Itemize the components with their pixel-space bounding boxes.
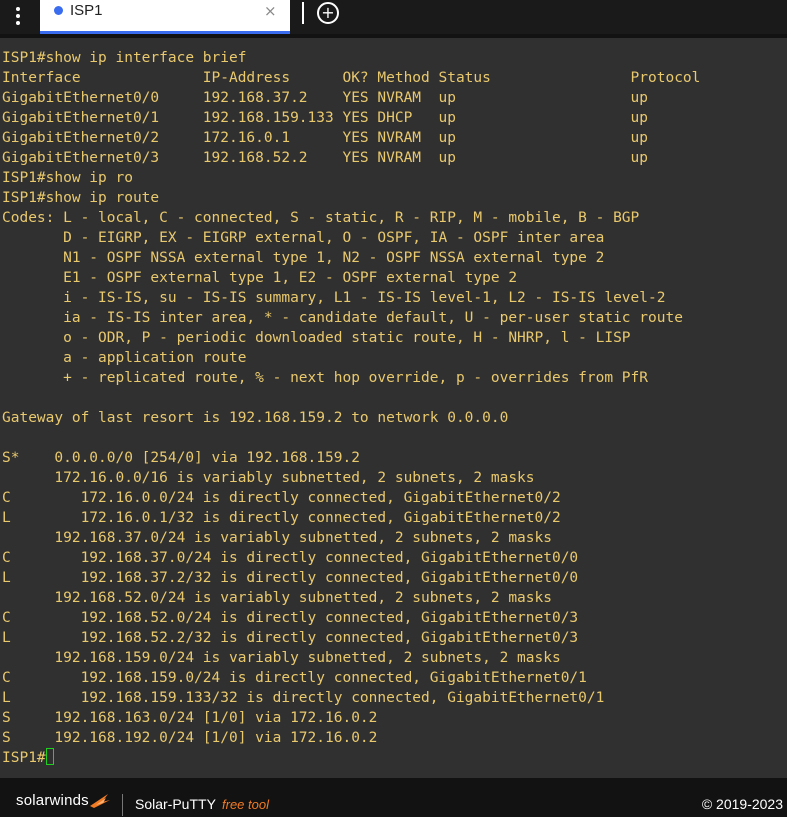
terminal-line: C 192.168.159.0/24 is directly connected… bbox=[2, 670, 587, 686]
tab-close-icon[interactable]: × bbox=[264, 1, 277, 21]
copyright-text: © 2019-2023 bbox=[701, 796, 783, 812]
tab-isp1[interactable]: ISP1 × bbox=[40, 0, 290, 34]
terminal-line: 192.168.37.0/24 is variably subnetted, 2… bbox=[2, 530, 552, 546]
terminal-line: Interface IP-Address OK? Method Status P… bbox=[2, 70, 701, 86]
solarwinds-logo: solarwinds bbox=[16, 792, 89, 809]
terminal-line: D - EIGRP, EX - EIGRP external, O - OSPF… bbox=[2, 230, 605, 246]
status-footer: solarwinds Solar-PuTTY free tool © 2019-… bbox=[0, 778, 787, 817]
tab-title: ISP1 bbox=[70, 2, 103, 19]
terminal-line: 172.16.0.0/16 is variably subnetted, 2 s… bbox=[2, 470, 535, 486]
terminal-line: E1 - OSPF external type 1, E2 - OSPF ext… bbox=[2, 270, 518, 286]
terminal-line: L 192.168.159.133/32 is directly connect… bbox=[2, 690, 605, 706]
terminal-line: 192.168.52.0/24 is variably subnetted, 2… bbox=[2, 590, 552, 606]
terminal-line: ISP1#show ip route bbox=[2, 190, 160, 206]
product-name: Solar-PuTTY bbox=[135, 796, 216, 812]
terminal-line: ISP1#show ip ro bbox=[2, 170, 133, 186]
terminal-line: C 192.168.52.0/24 is directly connected,… bbox=[2, 610, 579, 626]
tab-bar: ISP1 × + bbox=[0, 0, 787, 34]
terminal-line: S* 0.0.0.0/0 [254/0] via 192.168.159.2 bbox=[2, 450, 360, 466]
terminal-line: Gateway of last resort is 192.168.159.2 … bbox=[2, 410, 509, 426]
terminal-line: C 192.168.37.0/24 is directly connected,… bbox=[2, 550, 579, 566]
terminal-screen[interactable]: ISP1#show ip interface brief Interface IP… bbox=[0, 38, 787, 778]
terminal-line: ISP1#show ip interface brief bbox=[2, 50, 247, 66]
terminal-line: L 192.168.37.2/32 is directly connected,… bbox=[2, 570, 579, 586]
terminal-line: L 172.16.0.1/32 is directly connected, G… bbox=[2, 510, 561, 526]
solarwinds-flame-icon bbox=[90, 794, 110, 808]
tab-separator bbox=[302, 2, 304, 24]
terminal-line: + - replicated route, % - next hop overr… bbox=[2, 370, 649, 386]
menu-kebab-icon[interactable] bbox=[6, 4, 30, 28]
free-tool-tag: free tool bbox=[222, 797, 269, 812]
terminal-line: C 172.16.0.0/24 is directly connected, G… bbox=[2, 490, 561, 506]
terminal-line: o - ODR, P - periodic downloaded static … bbox=[2, 330, 631, 346]
terminal-line: a - application route bbox=[2, 350, 247, 366]
terminal-line: GigabitEthernet0/2 172.16.0.1 YES NVRAM … bbox=[2, 130, 649, 146]
solar-putty-window: ISP1 × + ISP1#show ip interface brief Int… bbox=[0, 0, 787, 817]
terminal-line: S 192.168.192.0/24 [1/0] via 172.16.0.2 bbox=[2, 730, 378, 746]
terminal-line: GigabitEthernet0/0 192.168.37.2 YES NVRA… bbox=[2, 90, 649, 106]
footer-divider bbox=[122, 794, 123, 816]
terminal-line: L 192.168.52.2/32 is directly connected,… bbox=[2, 630, 579, 646]
terminal-line: ia - IS-IS inter area, * - candidate def… bbox=[2, 310, 683, 326]
terminal-line: GigabitEthernet0/3 192.168.52.2 YES NVRA… bbox=[2, 150, 649, 166]
connection-status-dot-icon bbox=[54, 6, 63, 15]
terminal-prompt-line: ISP1# bbox=[2, 748, 700, 768]
terminal-line: Codes: L - local, C - connected, S - sta… bbox=[2, 210, 640, 226]
terminal-output: ISP1#show ip interface brief Interface IP… bbox=[2, 48, 700, 768]
terminal-line: S 192.168.163.0/24 [1/0] via 172.16.0.2 bbox=[2, 710, 378, 726]
terminal-prompt: ISP1# bbox=[2, 750, 46, 766]
terminal-line: GigabitEthernet0/1 192.168.159.133 YES D… bbox=[2, 110, 649, 126]
terminal-cursor bbox=[45, 748, 54, 765]
terminal-line: i - IS-IS, su - IS-IS summary, L1 - IS-I… bbox=[2, 290, 666, 306]
new-tab-plus-icon[interactable]: + bbox=[317, 2, 339, 24]
terminal-line: 192.168.159.0/24 is variably subnetted, … bbox=[2, 650, 561, 666]
terminal-line: N1 - OSPF NSSA external type 1, N2 - OSP… bbox=[2, 250, 605, 266]
